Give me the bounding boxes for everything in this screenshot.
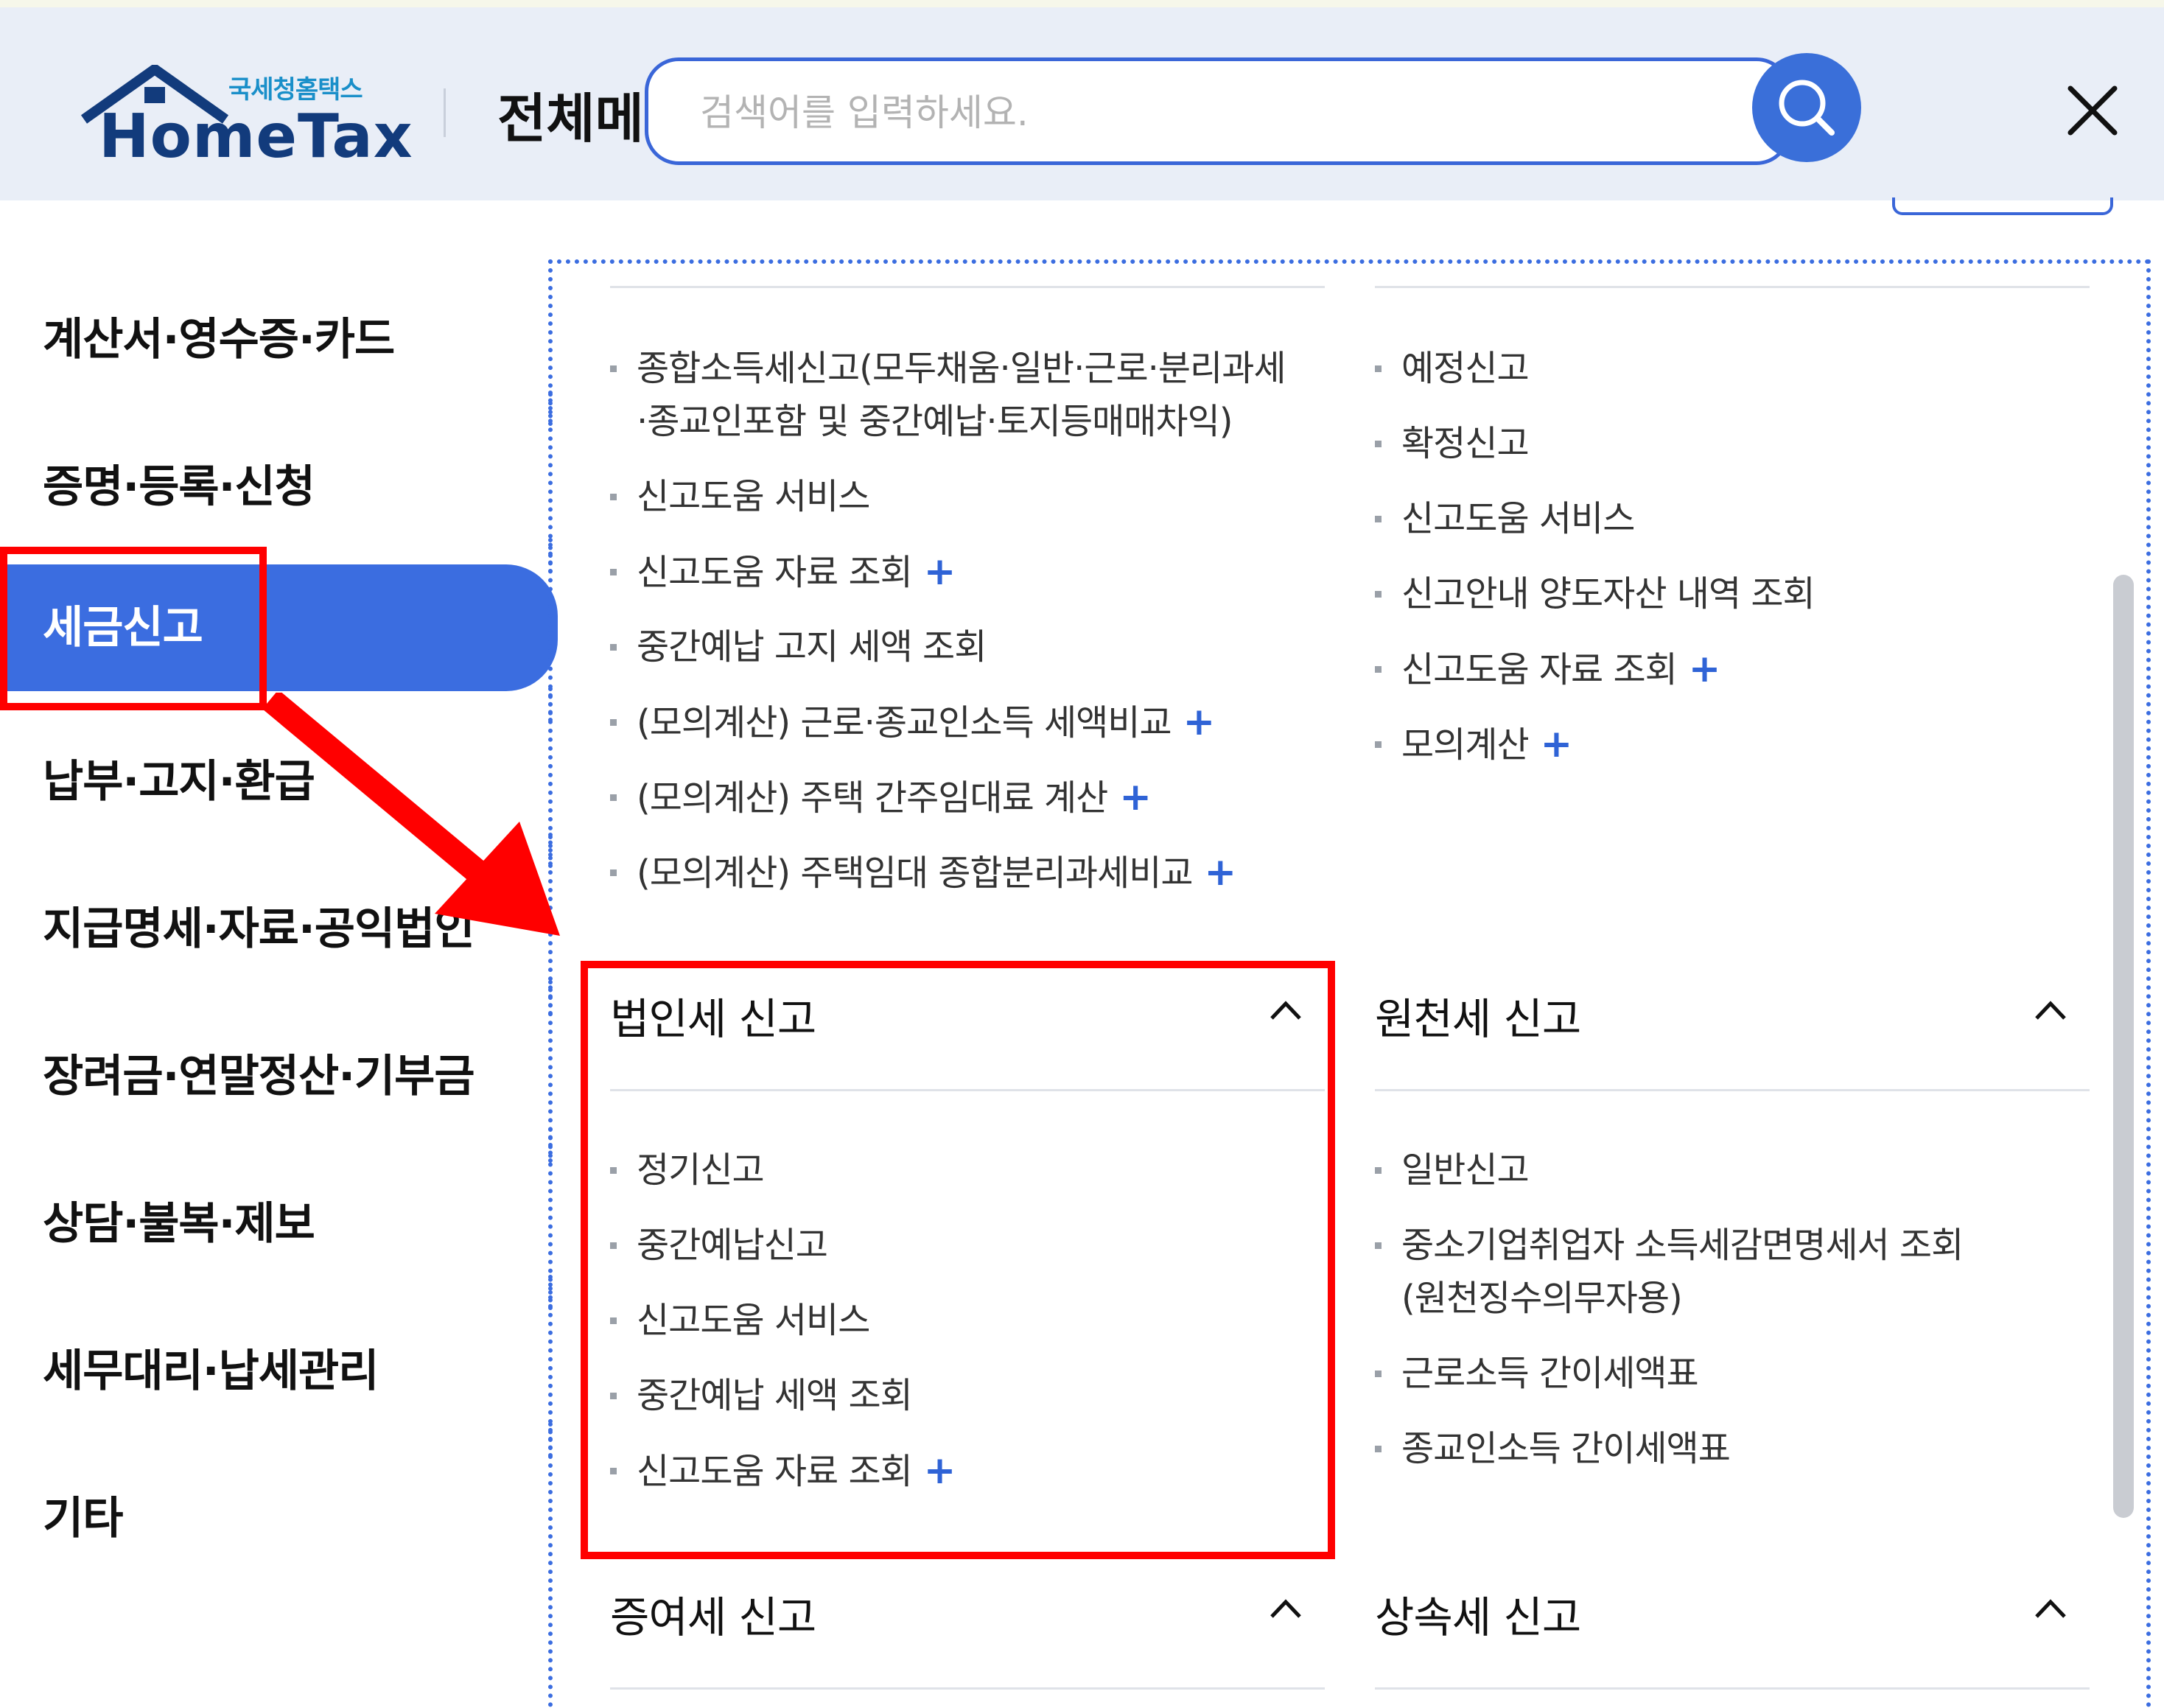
nav-item-invoice[interactable]: 계산서·영수증·카드 [43,304,395,368]
item-label: 종교인소득 간이세액표 [1401,1428,1731,1469]
submenu-tab-edge [1892,197,2113,215]
chevron-up-icon[interactable] [1269,1597,1303,1620]
list-item[interactable]: 신고도움 자료 조회 + [1375,643,1720,696]
item-label: (모의계산) 주택임대 종합분리과세비교 [637,853,1194,894]
plus-icon[interactable]: + [1541,722,1573,766]
list-item[interactable]: 신고안내 양도자산 내역 조회 [1375,567,1815,620]
header: 국세청홈택스 HomeTax 전체메뉴 [0,0,2164,200]
item-label: ·종교인포함 및 중간예납·토지등매매차익) [637,401,1233,442]
section-divider [610,1687,1325,1690]
list-item[interactable]: 중간예납 고지 세액 조회 [610,620,987,673]
chevron-up-icon[interactable] [2034,1597,2067,1620]
left-navigation: 계산서·영수증·카드 증명·등록·신청 세금신고 납부·고지·환급 지급명세·자… [0,200,560,1708]
section-title-withholding[interactable]: 원천세 신고 [1375,984,1581,1046]
close-button[interactable] [2063,81,2122,140]
logo-wordmark: HomeTax [99,102,413,172]
scrollbar[interactable] [2113,575,2134,1518]
list-item-continuation[interactable]: (원천징수의무자용) [1375,1272,1683,1325]
item-label: 중간예납 고지 세액 조회 [637,626,987,668]
search-button[interactable] [1752,53,1861,162]
hometax-logo[interactable]: 국세청홈택스 HomeTax [81,65,413,172]
list-item[interactable]: 중소기업취업자 소득세감면명세서 조회 [1375,1219,1964,1272]
annotation-arrow-icon [262,693,560,936]
plus-icon[interactable]: + [1183,700,1216,744]
item-label: 신고도움 서비스 [637,476,870,517]
item-label: 일반신고 [1401,1149,1530,1191]
section-divider [1375,1089,2090,1091]
nav-item-etc[interactable]: 기타 [43,1483,123,1547]
chevron-up-icon[interactable] [2034,999,2067,1021]
nav-item-consulting[interactable]: 상담·불복·제보 [43,1188,315,1252]
list-item[interactable]: 예정신고 [1375,342,1530,395]
plus-icon[interactable]: + [1689,647,1721,691]
item-label: 종합소득세신고(모두채움·일반·근로·분리과세 [637,348,1286,389]
header-divider [444,88,446,137]
plus-icon[interactable]: + [1119,775,1152,819]
nav-item-tax-agent[interactable]: 세무대리·납세관리 [43,1335,379,1399]
nav-item-certificate[interactable]: 증명·등록·신청 [43,451,315,515]
list-item[interactable]: (모의계산) 주택임대 종합분리과세비교 + [610,846,1236,900]
search-bar[interactable] [645,57,1790,165]
item-label: 신고도움 자료 조회 [1401,649,1678,690]
search-input[interactable] [700,85,1658,141]
page-title: 전체메뉴 [497,88,645,150]
list-item[interactable]: 신고도움 자료 조회 + [610,545,956,599]
annotation-highlight-nav [0,547,267,710]
section-divider [1375,286,2090,288]
section-divider [1375,1687,2090,1690]
item-label: 중소기업취업자 소득세감면명세서 조회 [1401,1225,1964,1266]
item-label: 신고안내 양도자산 내역 조회 [1401,573,1815,615]
list-item[interactable]: 확정신고 [1375,417,1530,470]
item-label: 예정신고 [1401,348,1530,389]
list-item[interactable]: 근로소득 간이세액표 [1375,1347,1699,1400]
list-item[interactable]: 종합소득세신고(모두채움·일반·근로·분리과세 [610,342,1286,395]
item-label: (모의계산) 주택 간주임대료 계산 [637,777,1108,819]
item-label: 신고도움 서비스 [1401,498,1635,539]
list-item[interactable]: 신고도움 서비스 [1375,492,1635,545]
nav-item-incentive[interactable]: 장려금·연말정산·기부금 [43,1040,475,1105]
list-item[interactable]: 종교인소득 간이세액표 [1375,1422,1731,1475]
search-icon [1779,80,1835,136]
list-item[interactable]: 일반신고 [1375,1144,1530,1197]
section-divider [610,286,1325,288]
section-title-gift[interactable]: 증여세 신고 [610,1583,816,1645]
item-label: 신고도움 자료 조회 [637,552,913,593]
list-item[interactable]: 신고도움 서비스 [610,470,870,523]
annotation-highlight-corporate [581,961,1335,1559]
item-label: (원천징수의무자용) [1401,1278,1683,1319]
item-label: 모의계산 [1401,724,1530,766]
item-label: 근로소득 간이세액표 [1401,1353,1699,1394]
list-item-continuation[interactable]: ·종교인포함 및 중간예납·토지등매매차익) [610,395,1233,448]
list-item[interactable]: (모의계산) 근로·종교인소득 세액비교 + [610,696,1216,749]
plus-icon[interactable]: + [924,550,956,594]
item-label: (모의계산) 근로·종교인소득 세액비교 [637,702,1172,743]
item-label: 확정신고 [1401,423,1530,464]
list-item[interactable]: (모의계산) 주택 간주임대료 계산 + [610,771,1152,825]
plus-icon[interactable]: + [1205,850,1237,895]
logo-subtitle: 국세청홈택스 [228,75,363,105]
close-icon [2067,85,2118,136]
section-title-inheritance[interactable]: 상속세 신고 [1375,1583,1581,1645]
list-item[interactable]: 모의계산 + [1375,718,1572,771]
